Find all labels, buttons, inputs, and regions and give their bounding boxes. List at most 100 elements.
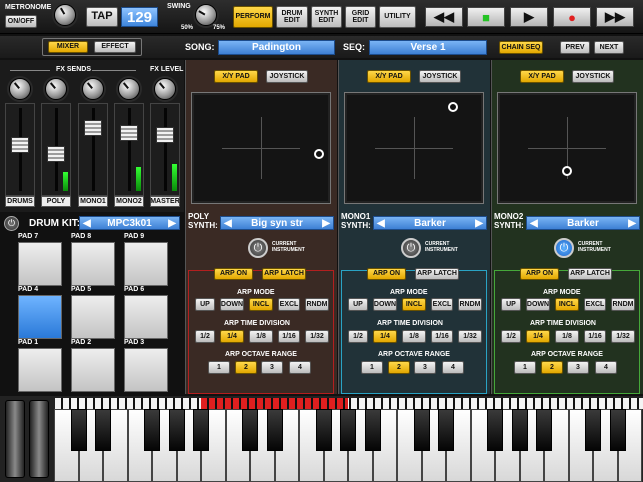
pitch-wheel[interactable] — [5, 400, 25, 478]
mono2-patch-selector[interactable]: ◀ Barker ▶ — [526, 216, 640, 230]
poly-division-1-16[interactable]: 1/16 — [278, 330, 300, 343]
black-key[interactable] — [340, 409, 356, 451]
fader-master[interactable] — [150, 103, 180, 196]
mono1-division-1-8[interactable]: 1/8 — [402, 330, 426, 343]
black-key[interactable] — [487, 409, 503, 451]
black-key[interactable] — [70, 409, 87, 451]
poly-xy-pad-tab[interactable]: X/Y PAD — [214, 70, 258, 83]
mono2-division-1-2[interactable]: 1/2 — [501, 330, 521, 343]
fx-knob-master[interactable] — [154, 78, 176, 100]
mono2-xy-cursor[interactable] — [562, 166, 572, 177]
mono1-division-1-2[interactable]: 1/2 — [348, 330, 368, 343]
black-key[interactable] — [168, 409, 185, 451]
mono1-arp-on-button[interactable]: ARP ON — [367, 268, 406, 280]
poly-octave-3[interactable]: 3 — [261, 361, 283, 374]
bpm-display[interactable]: 129 — [121, 7, 158, 27]
mono1-octave-2[interactable]: 2 — [388, 361, 410, 374]
black-key[interactable] — [242, 409, 258, 451]
mono1-mode-excl[interactable]: EXCL — [431, 298, 453, 311]
drum-pad-pad-1[interactable] — [18, 348, 62, 392]
drum-pad-pad-3[interactable] — [124, 348, 168, 392]
poly-patch-next-icon[interactable]: ▶ — [322, 218, 330, 229]
mono2-mode-rndm[interactable]: RNDM — [611, 298, 635, 311]
mono2-division-1-8[interactable]: 1/8 — [555, 330, 579, 343]
fast-forward-button[interactable]: ▶▶ — [596, 7, 634, 27]
mono2-mode-incl[interactable]: INCL — [555, 298, 579, 311]
poly-octave-1[interactable]: 1 — [208, 361, 230, 374]
channel-label-poly[interactable]: POLY — [41, 196, 71, 207]
mono2-joystick-tab[interactable]: JOYSTICK — [572, 70, 614, 83]
mono2-xy-pad[interactable] — [497, 92, 637, 204]
poly-octave-2[interactable]: 2 — [235, 361, 257, 374]
stop-button[interactable]: ■ — [467, 7, 505, 27]
black-key[interactable] — [585, 409, 601, 451]
poly-mode-incl[interactable]: INCL — [249, 298, 273, 311]
mono2-patch-next-icon[interactable]: ▶ — [628, 218, 636, 229]
black-key[interactable] — [193, 409, 209, 451]
fader-mono2[interactable] — [114, 103, 144, 196]
mono2-arp-latch-button[interactable]: ARP LATCH — [568, 268, 612, 280]
fader-poly[interactable] — [41, 103, 71, 196]
mixer-tab[interactable]: MIXER — [48, 41, 88, 53]
black-key[interactable] — [144, 409, 160, 451]
black-key[interactable] — [413, 409, 430, 451]
mono1-octave-1[interactable]: 1 — [361, 361, 383, 374]
fader-cap[interactable] — [156, 127, 174, 144]
black-key[interactable] — [315, 409, 332, 451]
black-key[interactable] — [511, 409, 528, 451]
key-range-highlight[interactable] — [201, 398, 348, 409]
mono1-arp-latch-button[interactable]: ARP LATCH — [415, 268, 459, 280]
drum-pad-pad-8[interactable] — [71, 242, 115, 286]
tab-perform[interactable]: PERFORM — [233, 6, 273, 28]
poly-joystick-tab[interactable]: JOYSTICK — [266, 70, 308, 83]
poly-division-1-32[interactable]: 1/32 — [305, 330, 329, 343]
next-button[interactable]: NEXT — [594, 41, 624, 54]
fader-mono1[interactable] — [78, 103, 108, 196]
tap-button[interactable]: TAP — [86, 7, 118, 27]
mono2-octave-4[interactable]: 4 — [595, 361, 617, 374]
fader-cap[interactable] — [47, 145, 65, 162]
metronome-knob[interactable] — [54, 4, 76, 26]
fx-knob-mono2[interactable] — [118, 78, 140, 100]
black-key[interactable] — [609, 409, 626, 451]
drum-pad-pad-5[interactable] — [71, 295, 115, 339]
channel-label-mono2[interactable]: MONO2 — [114, 196, 144, 207]
mono2-octave-1[interactable]: 1 — [514, 361, 536, 374]
mono2-mode-excl[interactable]: EXCL — [584, 298, 606, 311]
mono1-current-instrument-button[interactable]: ⏻ — [401, 238, 421, 258]
poly-mode-rndm[interactable]: RNDM — [305, 298, 329, 311]
drum-pad-pad-2[interactable] — [71, 348, 115, 392]
mono1-mode-down[interactable]: DOWN — [373, 298, 397, 311]
tab-drum-edit[interactable]: DRUM EDIT — [276, 6, 308, 28]
mono1-joystick-tab[interactable]: JOYSTICK — [419, 70, 461, 83]
mono2-xy-pad-tab[interactable]: X/Y PAD — [520, 70, 564, 83]
drumkit-selector[interactable]: ◀ MPC3k01 ▶ — [79, 216, 180, 230]
mono2-current-instrument-button[interactable]: ⏻ — [554, 238, 574, 258]
poly-patch-selector[interactable]: ◀ Big syn str ▶ — [220, 216, 334, 230]
mono1-patch-prev-icon[interactable]: ◀ — [377, 218, 385, 229]
drum-pad-pad-6[interactable] — [124, 295, 168, 339]
fader-drums[interactable] — [5, 103, 35, 196]
black-key[interactable] — [536, 409, 552, 451]
black-key[interactable] — [266, 409, 283, 451]
tab-synth-edit[interactable]: SYNTH EDIT — [311, 6, 342, 28]
drum-pad-pad-9[interactable] — [124, 242, 168, 286]
mono1-patch-selector[interactable]: ◀ Barker ▶ — [373, 216, 487, 230]
mono1-octave-3[interactable]: 3 — [414, 361, 436, 374]
mono2-octave-2[interactable]: 2 — [541, 361, 563, 374]
black-key[interactable] — [95, 409, 111, 451]
poly-mode-down[interactable]: DOWN — [220, 298, 244, 311]
mono1-xy-pad-tab[interactable]: X/Y PAD — [367, 70, 411, 83]
black-key[interactable] — [438, 409, 454, 451]
drumkit-next-icon[interactable]: ▶ — [168, 218, 176, 229]
drum-pad-pad-4[interactable] — [18, 295, 62, 339]
poly-xy-cursor[interactable] — [313, 148, 324, 159]
mono1-mode-up[interactable]: UP — [348, 298, 368, 311]
fx-knob-mono1[interactable] — [82, 78, 104, 100]
poly-division-1-4[interactable]: 1/4 — [220, 330, 244, 343]
mono1-octave-4[interactable]: 4 — [442, 361, 464, 374]
seq-field[interactable]: Verse 1 — [369, 40, 487, 55]
song-field[interactable]: Padington — [218, 40, 335, 55]
mono2-division-1-4[interactable]: 1/4 — [526, 330, 550, 343]
poly-mode-excl[interactable]: EXCL — [278, 298, 300, 311]
